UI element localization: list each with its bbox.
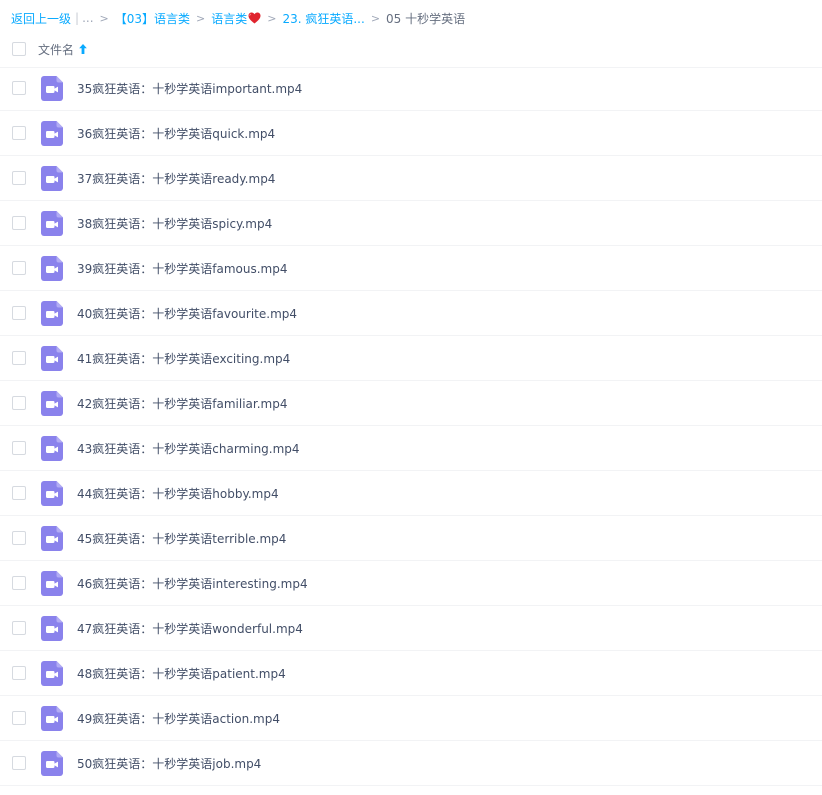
- breadcrumb-ellipsis[interactable]: ...: [82, 11, 93, 25]
- file-name[interactable]: 46疯狂英语：十秒学英语interesting.mp4: [77, 575, 308, 592]
- file-list: 34疯狂英语：十秒学英语busy.mp4 35疯狂英语：十秒学英语importa…: [0, 68, 822, 786]
- video-file-icon: [41, 255, 63, 281]
- breadcrumb-item-label: 语言类: [211, 11, 248, 26]
- breadcrumb-item-03[interactable]: 【03】语言类: [115, 10, 190, 27]
- column-header-filename[interactable]: 文件名: [38, 41, 74, 58]
- row-checkbox[interactable]: [12, 81, 26, 95]
- video-file-icon: [41, 345, 63, 371]
- row-checkbox[interactable]: [12, 216, 26, 230]
- breadcrumb-current: 05 十秒学英语: [386, 11, 466, 26]
- file-row[interactable]: 36疯狂英语：十秒学英语quick.mp4: [0, 111, 822, 156]
- file-row[interactable]: 44疯狂英语：十秒学英语hobby.mp4: [0, 471, 822, 516]
- row-checkbox[interactable]: [12, 756, 26, 770]
- row-checkbox[interactable]: [12, 171, 26, 185]
- row-checkbox[interactable]: [12, 711, 26, 725]
- video-file-icon: [41, 750, 63, 776]
- file-row[interactable]: 50疯狂英语：十秒学英语job.mp4: [0, 741, 822, 786]
- file-row[interactable]: 42疯狂英语：十秒学英语familiar.mp4: [0, 381, 822, 426]
- video-file-icon: [41, 660, 63, 686]
- video-file-icon: [41, 570, 63, 596]
- file-name[interactable]: 40疯狂英语：十秒学英语favourite.mp4: [77, 305, 297, 322]
- file-row[interactable]: 45疯狂英语：十秒学英语terrible.mp4: [0, 516, 822, 561]
- file-row[interactable]: 39疯狂英语：十秒学英语famous.mp4: [0, 246, 822, 291]
- file-name[interactable]: 38疯狂英语：十秒学英语spicy.mp4: [77, 215, 272, 232]
- file-row[interactable]: 47疯狂英语：十秒学英语wonderful.mp4: [0, 606, 822, 651]
- breadcrumb: 返回上一级 | ... > 【03】语言类 > 语言类 > 23. 疯狂英语..…: [11, 9, 465, 27]
- row-checkbox[interactable]: [12, 441, 26, 455]
- file-row[interactable]: 43疯狂英语：十秒学英语charming.mp4: [0, 426, 822, 471]
- breadcrumb-separator: >: [99, 11, 109, 25]
- file-row[interactable]: 38疯狂英语：十秒学英语spicy.mp4: [0, 201, 822, 246]
- file-row[interactable]: 49疯狂英语：十秒学英语action.mp4: [0, 696, 822, 741]
- file-name[interactable]: 37疯狂英语：十秒学英语ready.mp4: [77, 170, 275, 187]
- breadcrumb-divider: |: [75, 11, 80, 25]
- row-checkbox[interactable]: [12, 486, 26, 500]
- video-file-icon: [41, 300, 63, 326]
- breadcrumb-separator: >: [370, 11, 381, 25]
- video-file-icon: [41, 480, 63, 506]
- file-name[interactable]: 44疯狂英语：十秒学英语hobby.mp4: [77, 485, 279, 502]
- row-checkbox[interactable]: [12, 576, 26, 590]
- file-row[interactable]: 48疯狂英语：十秒学英语patient.mp4: [0, 651, 822, 696]
- file-name[interactable]: 43疯狂英语：十秒学英语charming.mp4: [77, 440, 300, 457]
- row-checkbox[interactable]: [12, 351, 26, 365]
- video-file-icon: [41, 705, 63, 731]
- video-file-icon: [41, 525, 63, 551]
- file-row[interactable]: 46疯狂英语：十秒学英语interesting.mp4: [0, 561, 822, 606]
- file-row[interactable]: 40疯狂英语：十秒学英语favourite.mp4: [0, 291, 822, 336]
- file-name[interactable]: 48疯狂英语：十秒学英语patient.mp4: [77, 665, 286, 682]
- video-file-icon: [41, 165, 63, 191]
- select-all-checkbox[interactable]: [12, 42, 26, 56]
- file-name[interactable]: 36疯狂英语：十秒学英语quick.mp4: [77, 125, 275, 142]
- video-file-icon: [41, 75, 63, 101]
- arrow-up-icon[interactable]: [78, 43, 88, 55]
- video-file-icon: [41, 390, 63, 416]
- file-name[interactable]: 39疯狂英语：十秒学英语famous.mp4: [77, 260, 288, 277]
- row-checkbox[interactable]: [12, 261, 26, 275]
- breadcrumb-separator: >: [196, 11, 206, 25]
- video-file-icon: [41, 210, 63, 236]
- file-name[interactable]: 50疯狂英语：十秒学英语job.mp4: [77, 755, 261, 772]
- back-link[interactable]: 返回上一级: [11, 10, 71, 27]
- file-list-viewport[interactable]: 34疯狂英语：十秒学英语busy.mp4 35疯狂英语：十秒学英语importa…: [0, 67, 822, 795]
- list-header: 文件名: [0, 35, 822, 63]
- row-checkbox[interactable]: [12, 621, 26, 635]
- file-name[interactable]: 49疯狂英语：十秒学英语action.mp4: [77, 710, 280, 727]
- row-checkbox[interactable]: [12, 396, 26, 410]
- file-row[interactable]: 41疯狂英语：十秒学英语exciting.mp4: [0, 336, 822, 381]
- file-row[interactable]: 35疯狂英语：十秒学英语important.mp4: [0, 68, 822, 111]
- video-file-icon: [41, 435, 63, 461]
- file-name[interactable]: 47疯狂英语：十秒学英语wonderful.mp4: [77, 620, 303, 637]
- row-checkbox[interactable]: [12, 126, 26, 140]
- row-checkbox[interactable]: [12, 306, 26, 320]
- file-name[interactable]: 42疯狂英语：十秒学英语familiar.mp4: [77, 395, 287, 412]
- video-file-icon: [41, 120, 63, 146]
- file-name[interactable]: 35疯狂英语：十秒学英语important.mp4: [77, 80, 302, 97]
- heart-icon: [248, 12, 261, 23]
- file-name[interactable]: 45疯狂英语：十秒学英语terrible.mp4: [77, 530, 286, 547]
- breadcrumb-item-crazy-english[interactable]: 23. 疯狂英语...: [282, 10, 364, 27]
- breadcrumb-item-language[interactable]: 语言类: [211, 10, 261, 27]
- file-row[interactable]: 37疯狂英语：十秒学英语ready.mp4: [0, 156, 822, 201]
- file-name[interactable]: 41疯狂英语：十秒学英语exciting.mp4: [77, 350, 290, 367]
- row-checkbox[interactable]: [12, 531, 26, 545]
- row-checkbox[interactable]: [12, 666, 26, 680]
- breadcrumb-separator: >: [267, 11, 277, 25]
- video-file-icon: [41, 615, 63, 641]
- file-browser: 返回上一级 | ... > 【03】语言类 > 语言类 > 23. 疯狂英语..…: [0, 0, 822, 795]
